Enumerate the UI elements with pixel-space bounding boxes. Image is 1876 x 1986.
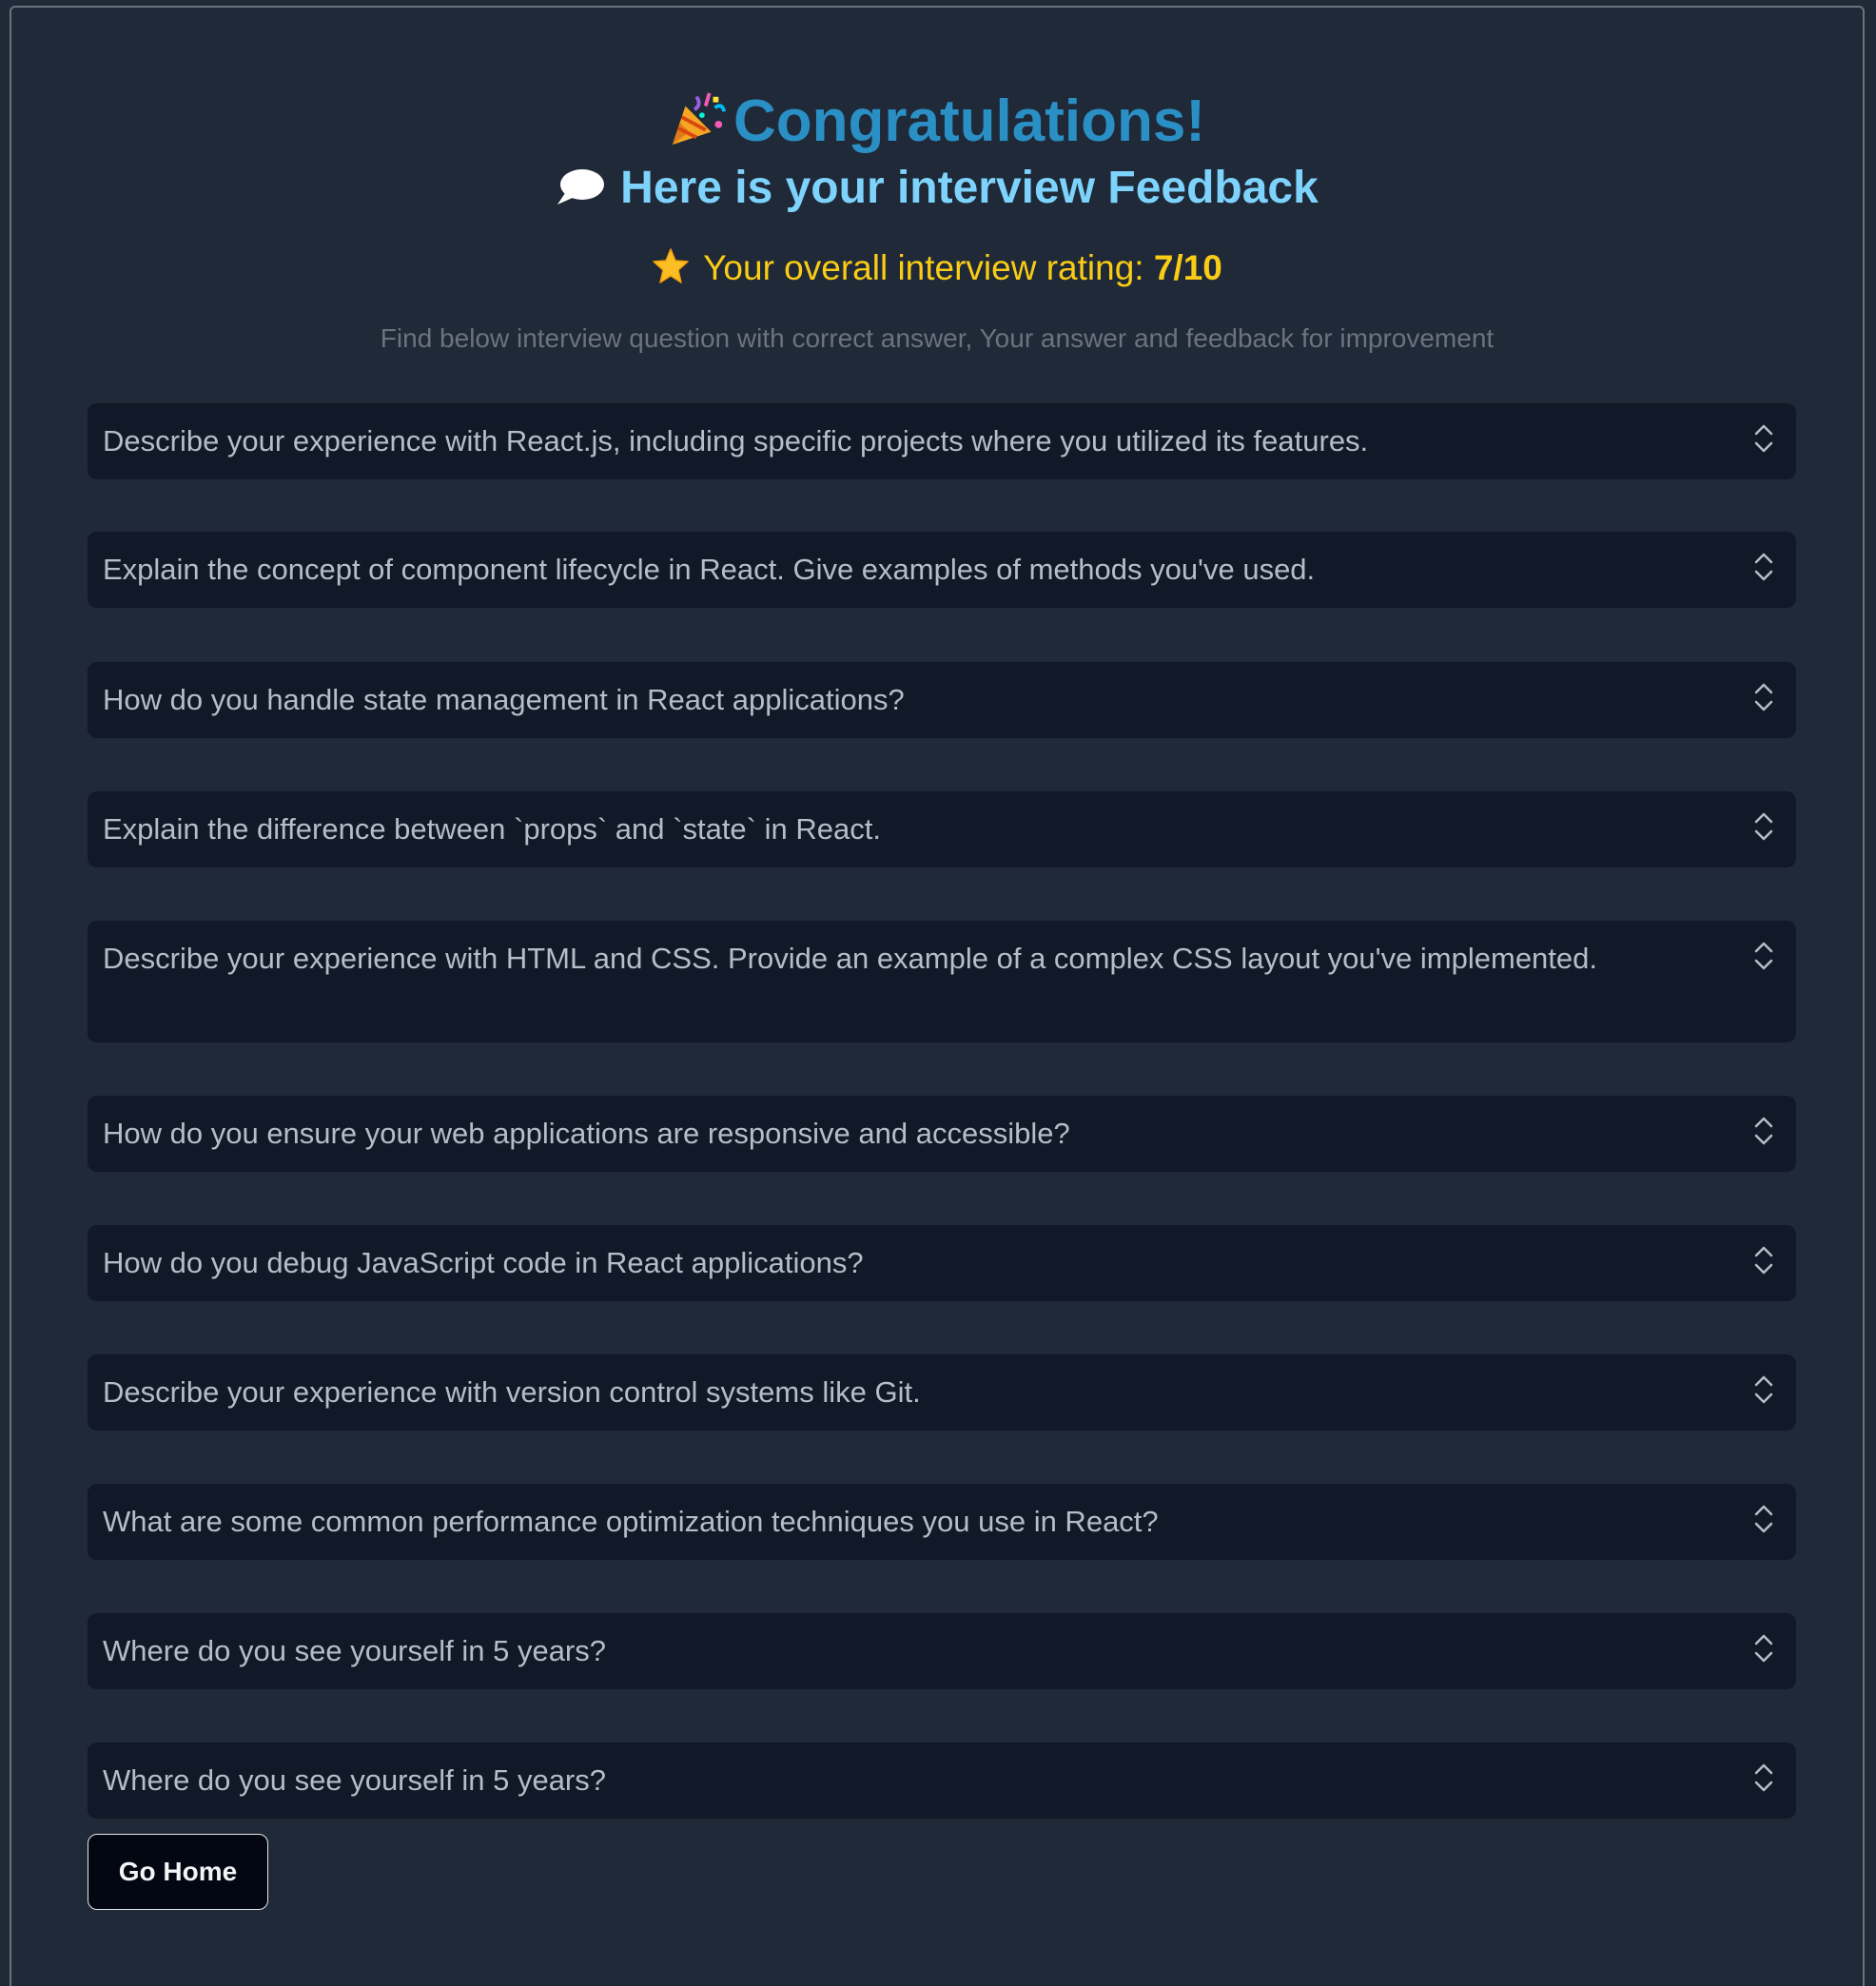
question-text: Where do you see yourself in 5 years?: [103, 1634, 606, 1667]
chevron-up-down-icon: [1754, 942, 1773, 970]
question-accordion-item[interactable]: Describe your experience with version co…: [88, 1354, 1796, 1431]
question-accordion-item[interactable]: Explain the difference between `props` a…: [88, 791, 1796, 867]
question-text: How do you handle state management in Re…: [103, 683, 905, 716]
party-popper-icon: [672, 92, 727, 146]
feedback-title: Here is your interview Feedback: [620, 163, 1319, 213]
rating-value: 7/10: [1153, 248, 1222, 287]
question-text: Explain the difference between `props` a…: [103, 812, 881, 846]
chevron-up-down-icon: [1754, 553, 1773, 581]
speech-bubble-icon: [557, 169, 605, 204]
question-accordion-item[interactable]: Where do you see yourself in 5 years?: [88, 1743, 1796, 1819]
question-text: How do you ensure your web applications …: [103, 1117, 1070, 1150]
question-text: Describe your experience with React.js, …: [103, 424, 1369, 458]
star-icon: [653, 248, 689, 283]
question-accordion-item[interactable]: How do you handle state management in Re…: [88, 662, 1796, 738]
question-text: Explain the concept of component lifecyc…: [103, 553, 1316, 586]
question-text: Describe your experience with version co…: [103, 1375, 921, 1409]
question-accordion-item[interactable]: How do you ensure your web applications …: [88, 1096, 1796, 1172]
congrats-title: Congratulations!: [733, 88, 1205, 154]
overall-rating: Your overall interview rating: 7/10: [11, 242, 1863, 295]
question-accordion-item[interactable]: Where do you see yourself in 5 years?: [88, 1613, 1796, 1689]
chevron-up-down-icon: [1754, 812, 1773, 841]
question-accordion-item[interactable]: Describe your experience with HTML and C…: [88, 921, 1796, 1042]
chevron-up-down-icon: [1754, 424, 1773, 453]
chevron-up-down-icon: [1754, 1246, 1773, 1275]
chevron-up-down-icon: [1754, 1634, 1773, 1663]
feedback-page: Congratulations! Here is your interview …: [10, 6, 1865, 1986]
chevron-up-down-icon: [1754, 1763, 1773, 1792]
question-accordion-item[interactable]: What are some common performance optimiz…: [88, 1484, 1796, 1560]
chevron-up-down-icon: [1754, 1117, 1773, 1145]
chevron-up-down-icon: [1754, 1505, 1773, 1533]
go-home-button[interactable]: Go Home: [88, 1834, 268, 1910]
feedback-heading: Here is your interview Feedback: [11, 158, 1863, 219]
question-accordion-item[interactable]: Describe your experience with React.js, …: [88, 403, 1796, 479]
question-text: How do you debug JavaScript code in Reac…: [103, 1246, 864, 1279]
chevron-up-down-icon: [1754, 683, 1773, 711]
question-text: Describe your experience with HTML and C…: [103, 942, 1598, 975]
question-accordion-item[interactable]: How do you debug JavaScript code in Reac…: [88, 1225, 1796, 1301]
question-text: What are some common performance optimiz…: [103, 1505, 1159, 1538]
congrats-heading: Congratulations!: [11, 88, 1863, 156]
chevron-up-down-icon: [1754, 1375, 1773, 1404]
question-accordion-item[interactable]: Explain the concept of component lifecyc…: [88, 532, 1796, 608]
instructions-text: Find below interview question with corre…: [380, 323, 1495, 353]
question-text: Where do you see yourself in 5 years?: [103, 1763, 606, 1797]
rating-label: Your overall interview rating:: [703, 248, 1154, 287]
